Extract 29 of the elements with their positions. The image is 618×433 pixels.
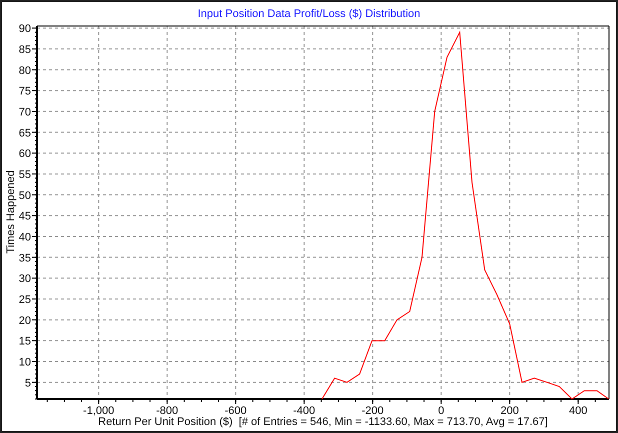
y-tick-label: 60 [18, 148, 31, 160]
y-tick-label: 85 [18, 44, 31, 56]
y-tick-label: 75 [18, 86, 31, 98]
y-tick-label: 70 [18, 106, 31, 118]
x-tick-label: -800 [156, 405, 178, 417]
y-tick-label: 90 [18, 23, 31, 36]
y-tick-label: 65 [18, 127, 31, 140]
x-tick-label: -600 [224, 405, 247, 417]
y-tick-label: 30 [18, 273, 31, 286]
y-tick-label: 35 [18, 252, 31, 264]
y-tick-label: 40 [18, 231, 31, 244]
y-tick-label: 80 [18, 64, 31, 77]
y-tick-label: 5 [24, 377, 31, 390]
y-tick-label: 50 [18, 190, 31, 202]
x-tick-label: -1,000 [83, 405, 114, 417]
x-tick-label: 0 [438, 405, 444, 417]
y-tick-label: 25 [18, 294, 31, 306]
chart-title: Input Position Data Profit/Loss ($) Distribution [198, 8, 420, 20]
y-tick-label: 20 [18, 314, 31, 327]
x-tick-label: -200 [362, 405, 384, 417]
y-tick-label: 10 [18, 356, 31, 368]
x-tick-label: -400 [293, 405, 316, 417]
x-tick-label: 400 [569, 405, 588, 417]
y-tick-label: 15 [18, 336, 31, 348]
x-tick-label: 200 [500, 405, 519, 417]
x-axis-title: Return Per Unit Position ($) [# of Entries = 546, Min = -1133.60, Max = 713.70, Avg = 17.67] [98, 416, 548, 428]
y-axis-title: Times Happened [5, 170, 17, 254]
y-tick-label: 45 [18, 210, 31, 223]
y-tick-label: 55 [18, 168, 31, 181]
